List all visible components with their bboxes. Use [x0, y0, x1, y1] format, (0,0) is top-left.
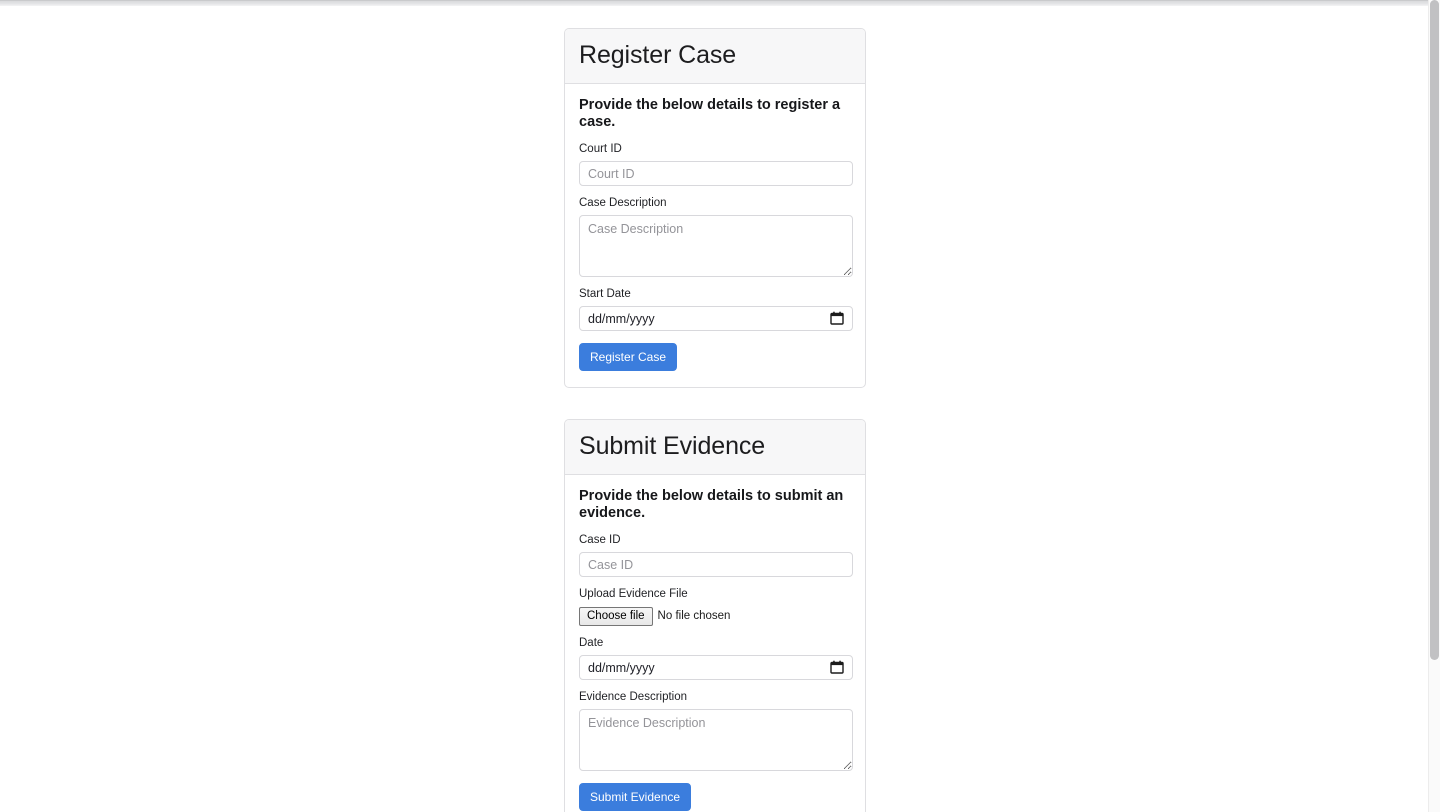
- submit-evidence-card-body: Provide the below details to submit an e…: [565, 475, 865, 812]
- browser-viewport: Register Case Provide the below details …: [0, 0, 1440, 812]
- evidence-date-input-wrap[interactable]: dd/mm/yyyy: [579, 655, 853, 680]
- submit-evidence-card-header: Submit Evidence: [565, 420, 865, 475]
- submit-evidence-title: Submit Evidence: [579, 432, 766, 460]
- case-id-input[interactable]: [579, 552, 853, 577]
- page-content: Register Case Provide the below details …: [0, 6, 1428, 812]
- case-description-textarea[interactable]: [579, 215, 853, 277]
- submit-evidence-subtitle: Provide the below details to submit an e…: [579, 488, 844, 521]
- start-date-input[interactable]: dd/mm/yyyy: [579, 306, 853, 331]
- case-description-label: Case Description: [579, 197, 667, 209]
- chrome-strip-edge: [0, 0, 1428, 1]
- upload-evidence-file-label: Upload Evidence File: [579, 588, 688, 600]
- evidence-description-label: Evidence Description: [579, 691, 688, 703]
- evidence-date-label: Date: [579, 637, 604, 649]
- evidence-description-field-group: Evidence Description: [579, 690, 853, 771]
- vertical-scrollbar-thumb[interactable]: [1430, 0, 1439, 660]
- evidence-date-field-group: Date dd/mm/yyyy: [579, 636, 853, 680]
- start-date-field-group: Start Date dd/mm/yyyy: [579, 287, 853, 331]
- submit-evidence-submit-button[interactable]: Submit Evidence: [579, 783, 692, 811]
- register-case-card: Register Case Provide the below details …: [564, 28, 866, 388]
- start-date-label: Start Date: [579, 288, 631, 300]
- court-id-label: Court ID: [579, 143, 622, 155]
- forms-column: Register Case Provide the below details …: [564, 28, 866, 812]
- start-date-input-wrap[interactable]: dd/mm/yyyy: [579, 306, 853, 331]
- register-case-title: Register Case: [579, 41, 737, 69]
- register-case-subtitle: Provide the below details to register a …: [579, 97, 841, 130]
- register-case-card-body: Provide the below details to register a …: [565, 84, 865, 387]
- calendar-icon[interactable]: [830, 660, 844, 674]
- register-case-submit-button[interactable]: Register Case: [579, 343, 678, 371]
- file-selection-status: No file chosen: [657, 610, 731, 622]
- case-description-field-group: Case Description: [579, 196, 853, 277]
- upload-evidence-file-group: Upload Evidence File Choose file No file…: [579, 587, 851, 626]
- choose-file-button[interactable]: Choose file: [579, 606, 653, 626]
- register-case-card-header: Register Case: [565, 29, 865, 84]
- court-id-field-group: Court ID: [579, 142, 853, 186]
- submit-evidence-card: Submit Evidence Provide the below detail…: [564, 419, 866, 812]
- calendar-icon[interactable]: [830, 311, 844, 325]
- evidence-description-textarea[interactable]: [579, 709, 853, 771]
- case-id-field-group: Case ID: [579, 533, 853, 577]
- court-id-input[interactable]: [579, 161, 853, 186]
- evidence-date-input[interactable]: dd/mm/yyyy: [579, 655, 853, 680]
- vertical-scrollbar-track[interactable]: [1428, 0, 1440, 812]
- file-input-row[interactable]: Choose file No file chosen: [579, 606, 851, 626]
- case-id-label: Case ID: [579, 534, 621, 546]
